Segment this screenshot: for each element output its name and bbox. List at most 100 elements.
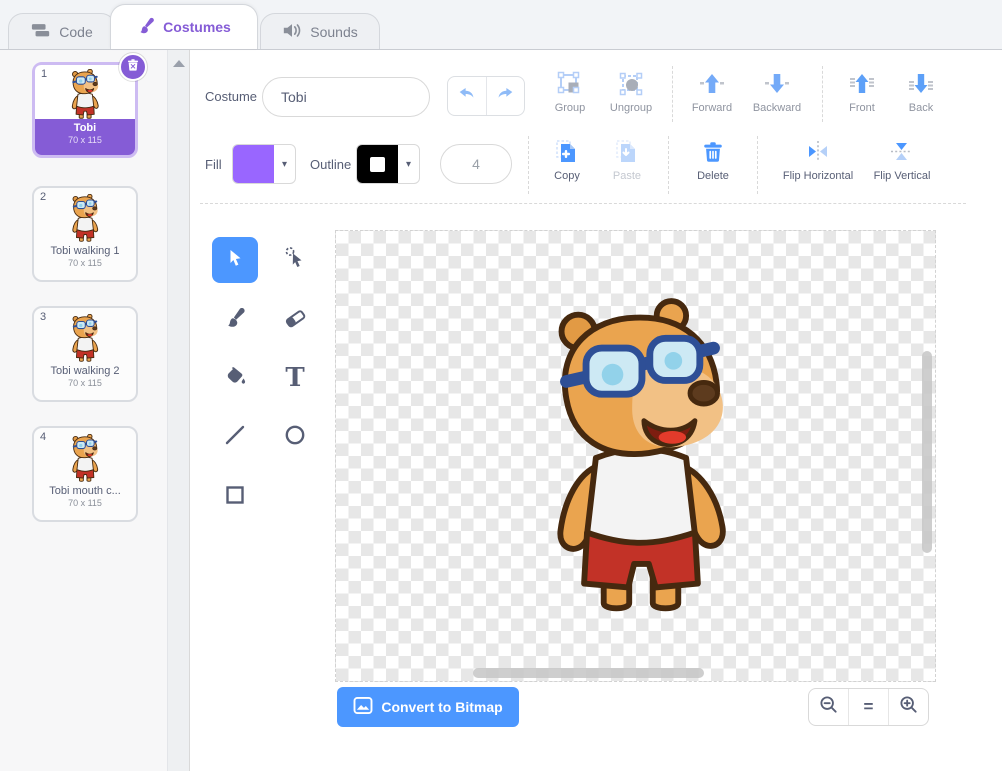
trash-icon [681,138,745,166]
eraser-tool[interactable] [272,297,318,343]
line-icon [223,423,247,452]
ungroup-label: Ungroup [599,102,663,114]
copy-label: Copy [535,170,599,182]
toolbar-divider [528,136,529,194]
costume-name: Tobi [35,122,135,134]
back-arrow-icon [889,70,953,98]
outline-swatch-inner [370,157,385,172]
forward-label: Forward [680,102,744,114]
fill-tool[interactable] [212,355,258,401]
flip-vertical-icon [856,138,948,166]
delete-button[interactable]: Delete [681,138,745,190]
costume-item-tobi-walking-2[interactable]: 3 Tobi walking 2 70 x 115 [32,306,138,402]
brush-tool[interactable] [212,297,258,343]
flip-vertical-button[interactable]: Flip Vertical [856,138,948,190]
rectangle-tool[interactable] [212,474,258,520]
costume-number: 1 [41,68,47,80]
convert-to-bitmap-label: Convert to Bitmap [381,699,502,715]
fill-label: Fill [205,157,222,172]
forward-arrow-icon [680,70,744,98]
flip-horizontal-icon [768,138,868,166]
ungroup-button[interactable]: Ungroup [599,70,663,122]
stroke-width-input[interactable] [440,144,512,184]
outline-color-swatch [357,145,398,183]
scratch-paint-editor: Code Costumes Sounds 1 Tobi 70 x 115 [0,0,1002,771]
front-label: Front [830,102,894,114]
flip-horizontal-button[interactable]: Flip Horizontal [768,138,868,190]
toolbar-divider [822,66,823,122]
costume-artwork-bear[interactable] [537,297,743,615]
flip-vertical-label: Flip Vertical [856,170,948,182]
reshape-tool[interactable] [272,237,318,283]
canvas-horizontal-scrollbar[interactable] [473,668,704,678]
costume-item-tobi[interactable]: 1 Tobi 70 x 115 [32,62,138,158]
reshape-icon [283,246,307,275]
tab-sounds-label: Sounds [310,24,357,40]
tab-costumes[interactable]: Costumes [110,4,258,49]
copy-button[interactable]: Copy [535,138,599,190]
costume-size: 70 x 115 [34,378,136,388]
zoom-reset-button[interactable]: = [848,689,888,725]
front-button[interactable]: Front [830,70,894,122]
outline-color-picker[interactable]: ▾ [356,144,420,184]
forward-button[interactable]: Forward [680,70,744,122]
costume-list-scrollbar[interactable] [167,50,189,771]
toolbar-divider [757,136,758,194]
paste-label: Paste [595,170,659,182]
redo-button[interactable] [486,77,525,115]
group-label: Group [538,102,602,114]
copy-icon [535,138,599,166]
costume-number: 2 [40,191,46,203]
zoom-in-button[interactable] [888,689,928,725]
costume-thumbnail [34,188,136,242]
line-tool[interactable] [212,414,258,460]
toolbar-divider [668,136,669,194]
canvas-vertical-scrollbar[interactable] [922,351,932,553]
zoom-out-button[interactable] [809,689,848,725]
circle-tool[interactable] [272,414,318,460]
chevron-down-icon: ▾ [274,145,295,183]
undo-button[interactable] [448,77,486,115]
paste-icon [595,138,659,166]
costume-item-tobi-mouth-closed[interactable]: 4 Tobi mouth c... 70 x 115 [32,426,138,522]
zoom-reset-icon: = [864,697,874,717]
zoom-out-icon [818,694,840,721]
scroll-up-icon[interactable] [173,60,185,67]
costume-name-label: Costume [205,89,257,104]
costume-name-input[interactable] [262,77,430,117]
speaker-icon [282,23,302,41]
toolbar-divider [672,66,673,122]
tab-sounds[interactable]: Sounds [260,13,380,49]
costume-name: Tobi walking 1 [34,245,136,257]
fill-color-picker[interactable]: ▾ [232,144,296,184]
costume-list-panel: 1 Tobi 70 x 115 2 Tobi walking 1 70 x 11… [0,50,190,771]
redo-icon [494,83,516,110]
paint-canvas[interactable] [335,230,936,682]
paste-button[interactable]: Paste [595,138,659,190]
backward-button[interactable]: Backward [745,70,809,122]
undo-icon [456,83,478,110]
back-label: Back [889,102,953,114]
delete-costume-button[interactable] [119,53,147,81]
convert-to-bitmap-button[interactable]: Convert to Bitmap [337,687,519,727]
ungroup-icon [599,70,663,98]
backward-arrow-icon [745,70,809,98]
group-icon [538,70,602,98]
back-button[interactable]: Back [889,70,953,122]
tab-code[interactable]: Code [8,13,116,49]
brush-icon [224,307,246,334]
cursor-arrow-icon [223,246,247,275]
group-button[interactable]: Group [538,70,602,122]
select-tool[interactable] [212,237,258,283]
tab-code-label: Code [59,24,92,40]
costume-item-tobi-walking-1[interactable]: 2 Tobi walking 1 70 x 115 [32,186,138,282]
costume-number: 3 [40,311,46,323]
chevron-down-icon: ▾ [398,145,419,183]
costume-thumbnail [34,428,136,482]
paint-bucket-icon [223,365,247,392]
toolbar-bottom-divider [200,203,966,204]
text-tool[interactable]: T [272,355,318,401]
editor-tab-bar: Code Costumes Sounds [0,0,1002,50]
circle-icon [283,423,307,452]
rectangle-icon [223,483,247,512]
